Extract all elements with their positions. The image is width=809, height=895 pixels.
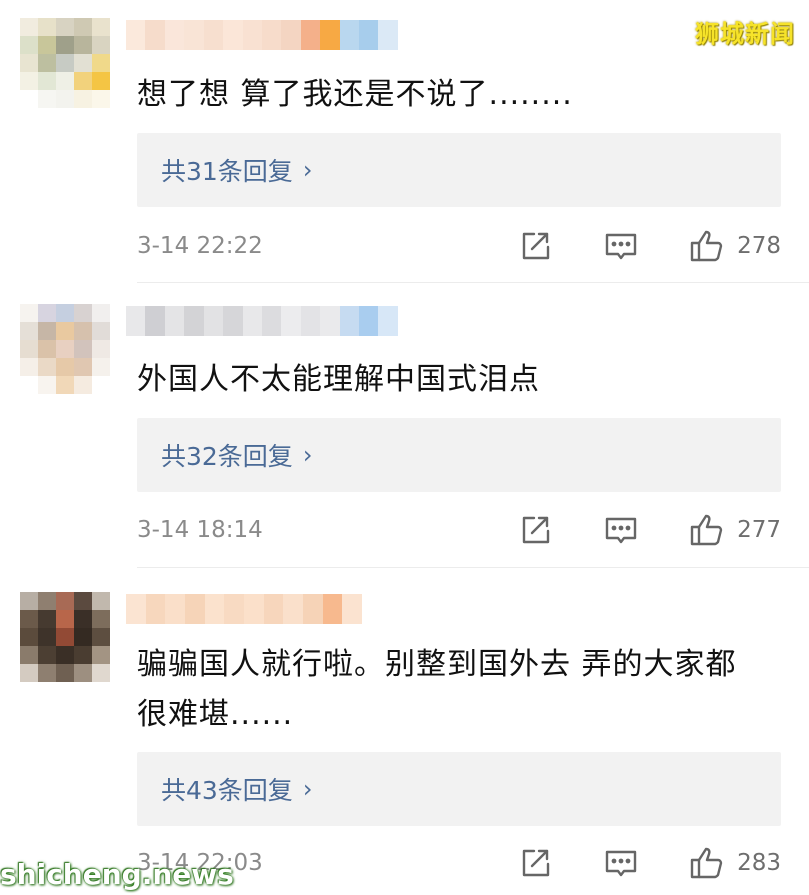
thumbs-up-icon bbox=[689, 512, 725, 548]
comment-text: 骗骗国人就行啦。别整到国外去 弄的大家都很难堪...... bbox=[137, 647, 737, 732]
like-count: 283 bbox=[737, 850, 781, 876]
chevron-right-icon: › bbox=[302, 775, 313, 803]
divider bbox=[137, 567, 809, 568]
divider bbox=[137, 282, 809, 283]
message-icon[interactable] bbox=[603, 845, 639, 881]
comment-actions: 278 bbox=[517, 226, 781, 266]
view-replies-button[interactable]: 共43条回复 › bbox=[137, 752, 781, 826]
message-icon[interactable] bbox=[603, 512, 639, 548]
thumbs-up-icon bbox=[689, 228, 725, 264]
thumbs-up-icon bbox=[689, 845, 725, 881]
avatar[interactable] bbox=[20, 592, 110, 682]
view-replies-button[interactable]: 共32条回复 › bbox=[137, 418, 781, 492]
like-button[interactable]: 277 bbox=[689, 512, 781, 548]
view-replies-button[interactable]: 共31条回复 › bbox=[137, 133, 781, 207]
reply-count-label: 共43条回复 bbox=[161, 776, 293, 805]
comment-actions: 283 bbox=[517, 843, 781, 883]
comment-text: 外国人不太能理解中国式泪点 bbox=[137, 362, 540, 397]
share-icon[interactable] bbox=[517, 512, 553, 548]
timestamp: 3-14 18:14 bbox=[137, 517, 263, 543]
avatar[interactable] bbox=[20, 18, 110, 108]
reply-count-label: 共31条回复 bbox=[161, 157, 293, 186]
like-button[interactable]: 283 bbox=[689, 845, 781, 881]
reply-count-label: 共32条回复 bbox=[161, 442, 293, 471]
like-count: 277 bbox=[737, 517, 781, 543]
chevron-right-icon: › bbox=[302, 441, 313, 469]
timestamp: 3-14 22:22 bbox=[137, 233, 263, 259]
comment-actions: 277 bbox=[517, 510, 781, 550]
username-blurred[interactable] bbox=[126, 306, 398, 336]
username-blurred[interactable] bbox=[126, 20, 398, 50]
comment-meta: 3-14 22:22 278 bbox=[137, 226, 781, 266]
comment-text: 想了想 算了我还是不说了........ bbox=[137, 77, 573, 112]
username-blurred[interactable] bbox=[126, 594, 363, 624]
share-icon[interactable] bbox=[517, 228, 553, 264]
message-icon[interactable] bbox=[603, 228, 639, 264]
share-icon[interactable] bbox=[517, 845, 553, 881]
source-watermark: 狮城新闻 bbox=[695, 20, 795, 48]
comment-meta: 3-14 18:14 277 bbox=[137, 510, 781, 550]
site-watermark: shicheng.news bbox=[0, 858, 234, 891]
chevron-right-icon: › bbox=[302, 156, 313, 184]
avatar[interactable] bbox=[20, 304, 110, 394]
like-count: 278 bbox=[737, 233, 781, 259]
like-button[interactable]: 278 bbox=[689, 228, 781, 264]
